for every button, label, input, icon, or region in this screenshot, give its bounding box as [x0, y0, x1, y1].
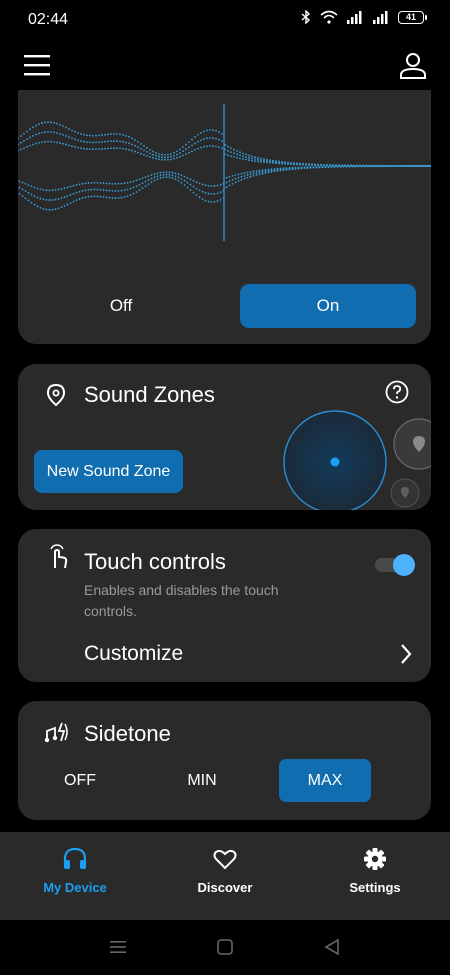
headphones-icon	[63, 847, 87, 869]
audio-wave-card: Off On	[18, 90, 431, 344]
wifi-icon	[320, 10, 338, 24]
customize-row[interactable]: Customize	[84, 639, 413, 669]
status-icons: 41	[300, 10, 427, 24]
touch-controls-title: Touch controls	[84, 549, 226, 574]
signal-icon	[347, 11, 362, 24]
home-icon[interactable]	[215, 938, 235, 956]
battery-level: 41	[405, 12, 416, 22]
location-pin-icon	[46, 383, 66, 407]
sidetone-option-max[interactable]: MAX	[279, 759, 371, 802]
nav-discover[interactable]: Discover	[150, 832, 300, 920]
battery-icon: 41	[398, 10, 427, 24]
status-bar: 02:44 41	[0, 0, 450, 40]
customize-label: Customize	[84, 642, 184, 665]
touch-controls-card: Touch controls Enables and disables the …	[18, 529, 431, 682]
sound-zones-title: Sound Zones	[84, 382, 215, 407]
sound-zones-header: Sound Zones	[46, 382, 215, 408]
audio-waveform	[18, 104, 431, 241]
signal-icon-2	[373, 11, 388, 24]
bluetooth-icon	[301, 10, 311, 24]
wave-on-button[interactable]: On	[240, 284, 416, 328]
touch-controls-toggle[interactable]	[375, 554, 415, 576]
touch-gesture-icon	[50, 544, 68, 569]
wave-off-button[interactable]: Off	[26, 284, 216, 328]
sidetone-option-off[interactable]: OFF	[40, 759, 120, 802]
sound-zone-map	[283, 410, 431, 510]
menu-icon[interactable]	[24, 53, 52, 77]
sidetone-option-min[interactable]: MIN	[162, 759, 242, 802]
nav-label: Discover	[197, 880, 253, 895]
nav-label: My Device	[43, 880, 107, 895]
chevron-right-icon	[401, 644, 412, 664]
nav-settings[interactable]: Settings	[300, 832, 450, 920]
gear-icon	[364, 848, 386, 870]
sidetone-icon	[44, 722, 68, 743]
toggle-thumb	[393, 554, 415, 576]
status-time: 02:44	[28, 11, 69, 28]
sidetone-card: Sidetone OFF MIN MAX	[18, 701, 431, 820]
top-nav	[0, 40, 450, 90]
sound-zones-card: Sound Zones New Sound Zone	[18, 364, 431, 510]
profile-icon[interactable]	[398, 51, 428, 81]
heart-icon	[213, 849, 237, 870]
new-sound-zone-button[interactable]: New Sound Zone	[34, 450, 183, 493]
recent-apps-icon[interactable]	[108, 938, 128, 956]
help-icon[interactable]	[385, 380, 409, 404]
back-icon[interactable]	[322, 938, 342, 956]
nav-label: Settings	[349, 880, 401, 895]
touch-controls-description: Enables and disables the touch controls.	[84, 582, 279, 619]
nav-my-device[interactable]: My Device	[0, 832, 150, 920]
system-nav-bar	[0, 920, 450, 975]
sidetone-title: Sidetone	[84, 721, 171, 746]
bottom-nav: My Device Discover Settings	[0, 832, 450, 920]
